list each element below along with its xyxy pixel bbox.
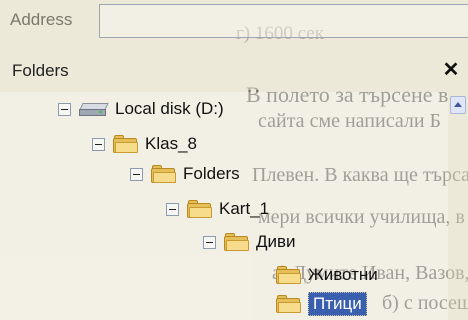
address-bar: Address: [0, 0, 468, 46]
tree-node-divi[interactable]: Диви: [203, 229, 296, 255]
folders-pane-title: Folders: [12, 61, 69, 80]
folder-icon: [113, 134, 139, 154]
folder-icon: [224, 232, 250, 252]
address-label: Address: [10, 10, 73, 29]
tree-node-folders[interactable]: Folders: [130, 161, 240, 187]
drive-icon: [79, 101, 109, 117]
folder-tree: Local disk (D:) Klas_8 Folders Kart_1 Ди…: [0, 92, 448, 320]
folder-icon: [276, 265, 302, 285]
tree-node-label: Local disk (D:): [115, 99, 224, 118]
folders-pane-header: Folders ✕: [0, 52, 468, 90]
folder-icon: [151, 164, 177, 184]
collapse-toggle[interactable]: [130, 167, 143, 181]
collapse-toggle[interactable]: [203, 235, 216, 249]
tree-node-zhivotni[interactable]: Животни: [276, 262, 378, 288]
tree-node-label: Kart_1: [219, 199, 270, 218]
collapse-toggle[interactable]: [166, 202, 179, 216]
tree-node-klas8[interactable]: Klas_8: [92, 131, 197, 157]
tree-node-label-selected: Птици: [308, 292, 367, 316]
close-icon[interactable]: ✕: [440, 59, 462, 81]
tree-node-local-disk[interactable]: Local disk (D:): [58, 96, 224, 122]
tree-node-label: Klas_8: [145, 134, 197, 153]
tree-node-label: Животни: [308, 265, 378, 284]
tree-scrollbar[interactable]: [448, 92, 468, 320]
address-input[interactable]: [99, 4, 468, 38]
folder-icon: [276, 294, 302, 314]
collapse-toggle[interactable]: [58, 102, 71, 116]
tree-node-label: Диви: [256, 232, 296, 251]
tree-node-kart1[interactable]: Kart_1: [166, 196, 269, 222]
scroll-up-arrow-icon[interactable]: [450, 96, 466, 114]
folder-icon: [187, 199, 213, 219]
tree-node-label: Folders: [183, 164, 240, 183]
tree-node-ptici[interactable]: Птици: [276, 291, 367, 317]
collapse-toggle[interactable]: [92, 137, 105, 151]
